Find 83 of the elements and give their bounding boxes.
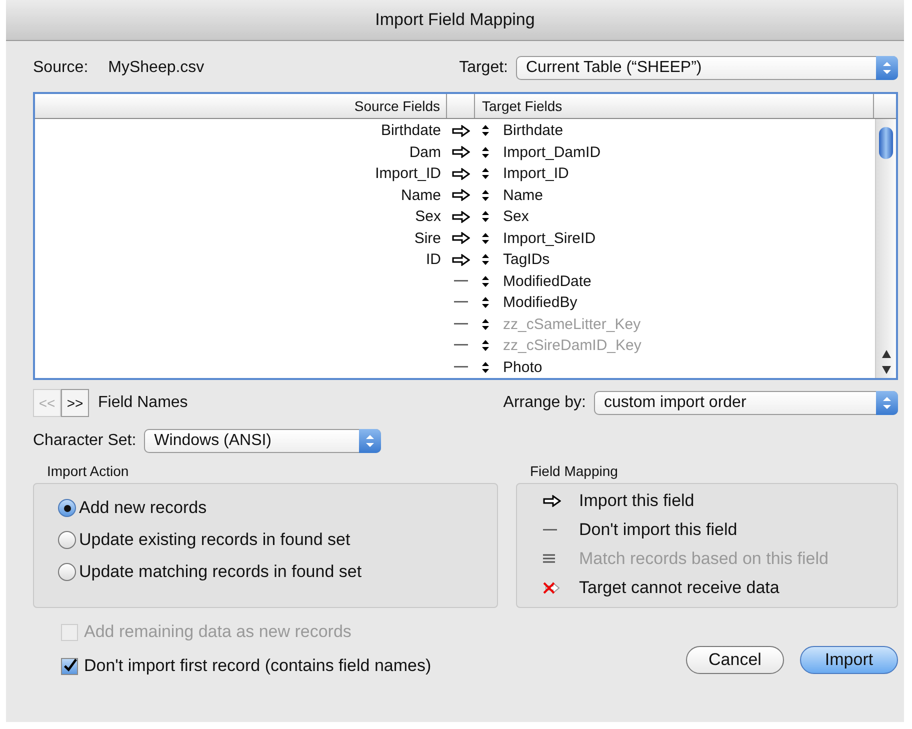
checkbox-label[interactable]: Don't import first record (contains field names)	[84, 656, 432, 676]
group-title: Import Action	[47, 463, 130, 479]
dash-icon[interactable]	[454, 344, 468, 348]
target-field: Import_DamID	[503, 144, 601, 161]
reorder-handle-icon[interactable]	[482, 146, 489, 158]
target-field: Import_SireID	[503, 230, 596, 247]
reorder-handle-icon[interactable]	[482, 297, 489, 308]
stepper-icon	[876, 56, 898, 80]
next-record-button[interactable]: >>	[61, 389, 89, 417]
arrange-by-label: Arrange by:	[503, 394, 586, 412]
dash-icon	[543, 528, 557, 530]
column-header[interactable]: Target Fields	[475, 94, 874, 118]
target-field: Import_ID	[503, 165, 569, 182]
target-field: Photo	[503, 358, 542, 376]
radio-label[interactable]: Update existing records in found set	[79, 530, 350, 550]
reorder-handle-icon[interactable]	[482, 232, 489, 244]
equals-icon	[543, 554, 555, 563]
target-field: Name	[503, 186, 544, 204]
target-field: Sex	[503, 208, 529, 226]
import-arrow-icon[interactable]	[452, 124, 470, 137]
radio-label[interactable]: Update matching records in found set	[79, 562, 362, 582]
target-field: zz_cSameLitter_Key	[503, 316, 641, 333]
target-field: ModifiedBy	[503, 294, 578, 312]
source-file-name: MySheep.csv	[108, 59, 204, 77]
reorder-handle-icon[interactable]	[482, 254, 489, 266]
reorder-handle-icon[interactable]	[482, 340, 489, 352]
legend-label: Match records based on this field	[579, 548, 828, 568]
group-title: Field Mapping	[530, 463, 619, 479]
radio-button[interactable]	[58, 563, 76, 581]
legend-label: Import this field	[579, 490, 694, 510]
source-field: Name	[400, 186, 441, 204]
scroll-up-icon[interactable]	[882, 350, 890, 358]
column-header[interactable]: Source Fields	[35, 94, 447, 118]
reorder-handle-icon[interactable]	[482, 125, 489, 136]
reorder-handle-icon[interactable]	[482, 168, 489, 180]
legend-label: Target cannot receive data	[579, 578, 780, 598]
dash-icon[interactable]	[454, 366, 468, 369]
reorder-handle-icon[interactable]	[482, 190, 489, 201]
import-button[interactable]: Import	[800, 646, 898, 674]
reorder-handle-icon[interactable]	[482, 276, 489, 287]
target-label: Target:	[459, 59, 508, 77]
character-set-dropdown[interactable]: Windows (ANSI)	[144, 429, 382, 453]
scroll-thumb[interactable]	[879, 127, 893, 159]
cancel-button[interactable]: Cancel	[686, 646, 784, 674]
character-set-label: Character Set:	[33, 432, 136, 450]
legend-label: Don't import this field	[579, 520, 738, 540]
target-dropdown[interactable]: Current Table (“SHEEP”)	[516, 56, 898, 80]
source-field: Sire	[414, 230, 441, 247]
scroll-down-icon[interactable]	[882, 366, 890, 374]
target-field: ModifiedDate	[503, 272, 592, 290]
field-names-label: Field Names	[98, 394, 188, 412]
radio-button[interactable]	[58, 499, 76, 517]
source-field: Import_ID	[375, 165, 441, 182]
stepper-icon	[359, 429, 382, 453]
source-label: Source:	[33, 59, 88, 77]
source-field: Sex	[415, 208, 441, 226]
dash-icon[interactable]	[454, 301, 468, 304]
source-field: ID	[426, 251, 441, 268]
window-title: Import Field Mapping	[375, 10, 535, 30]
radio-button[interactable]	[58, 531, 76, 549]
reorder-handle-icon[interactable]	[482, 211, 489, 222]
import-arrow-icon[interactable]	[452, 189, 470, 202]
arrange-by-dropdown[interactable]: custom import order	[594, 391, 898, 415]
vertical-scrollbar[interactable]	[875, 119, 896, 378]
stepper-icon	[876, 391, 898, 415]
source-field: Birthdate	[380, 122, 441, 140]
import-arrow-icon[interactable]	[452, 254, 470, 266]
reorder-handle-icon[interactable]	[482, 318, 489, 330]
reorder-handle-icon[interactable]	[482, 362, 489, 373]
import-arrow-icon	[543, 494, 561, 506]
import-arrow-icon[interactable]	[452, 232, 470, 244]
target-field: zz_cSireDamID_Key	[503, 337, 642, 354]
radio-label[interactable]: Add new records	[79, 498, 207, 518]
target-field: TagIDs	[503, 251, 550, 268]
target-field: Birthdate	[503, 122, 564, 140]
dash-icon[interactable]	[454, 322, 468, 326]
crossed-arrow-icon	[543, 580, 561, 594]
checkbox[interactable]	[61, 658, 78, 674]
import-arrow-icon[interactable]	[452, 168, 470, 180]
import-arrow-icon[interactable]	[452, 210, 470, 223]
dash-icon[interactable]	[454, 280, 468, 283]
source-field: Dam	[409, 144, 441, 161]
import-arrow-icon[interactable]	[452, 146, 470, 158]
